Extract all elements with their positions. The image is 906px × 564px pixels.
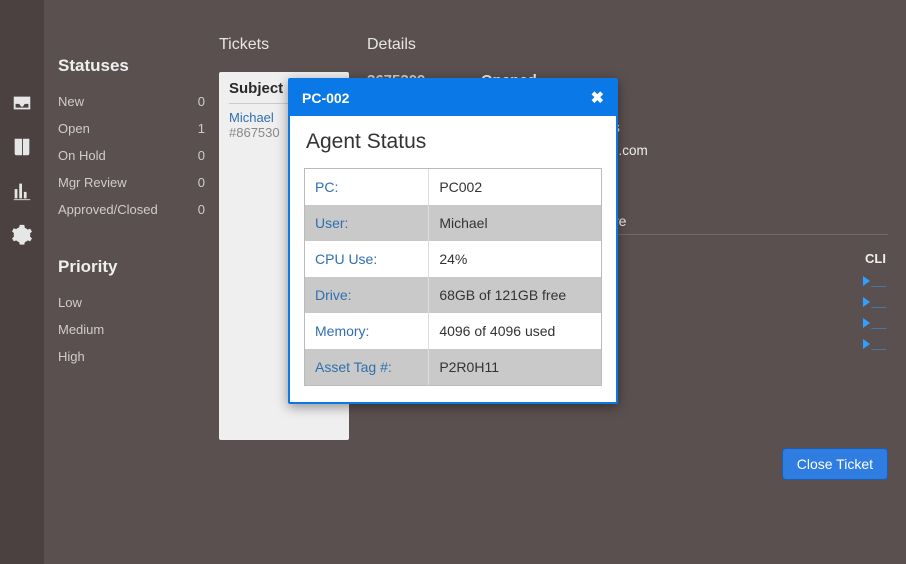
priority-row[interactable]: Medium: [58, 316, 205, 343]
close-ticket-button[interactable]: Close Ticket: [782, 448, 888, 480]
chevron-right-icon: [863, 339, 870, 349]
chevron-right-icon: [863, 276, 870, 286]
status-row: Memory:4096 of 4096 used: [305, 313, 601, 349]
status-row[interactable]: New0: [58, 88, 205, 115]
status-row[interactable]: Mgr Review0: [58, 169, 205, 196]
modal-header: PC-002 ✖: [290, 80, 616, 116]
status-row: Drive:68GB of 121GB free: [305, 277, 601, 313]
cli-launch-icon[interactable]: __: [863, 336, 886, 351]
app-root: Statuses New0 Open1 On Hold0 Mgr Review0…: [0, 0, 906, 564]
tickets-title: Tickets: [219, 36, 349, 54]
filter-sidebar: Statuses New0 Open1 On Hold0 Mgr Review0…: [44, 0, 219, 564]
priority-list: Low Medium High: [58, 289, 205, 370]
agent-status-modal: PC-002 ✖ Agent Status PC:PC002 User:Mich…: [288, 78, 618, 404]
close-icon[interactable]: ✖: [591, 88, 604, 108]
modal-header-title: PC-002: [302, 90, 349, 106]
chart-icon[interactable]: [11, 180, 33, 202]
status-row[interactable]: On Hold0: [58, 142, 205, 169]
inbox-icon[interactable]: [11, 92, 33, 114]
cli-launch-icon[interactable]: __: [863, 294, 886, 309]
gear-icon[interactable]: [11, 224, 33, 246]
statuses-heading: Statuses: [58, 56, 205, 76]
cli-launch-icon[interactable]: __: [863, 315, 886, 330]
nav-rail: [0, 0, 44, 564]
statuses-list: New0 Open1 On Hold0 Mgr Review0 Approved…: [58, 88, 205, 223]
details-title: Details: [367, 36, 888, 54]
status-row: User:Michael: [305, 205, 601, 241]
priority-row[interactable]: Low: [58, 289, 205, 316]
priority-heading: Priority: [58, 257, 205, 277]
book-icon[interactable]: [11, 136, 33, 158]
priority-row[interactable]: High: [58, 343, 205, 370]
cli-launch-icon[interactable]: __: [863, 273, 886, 288]
modal-title: Agent Status: [290, 116, 616, 164]
chevron-right-icon: [863, 297, 870, 307]
status-row: Asset Tag #:P2R0H11: [305, 349, 601, 385]
status-row: CPU Use:24%: [305, 241, 601, 277]
status-row[interactable]: Approved/Closed0: [58, 196, 205, 223]
status-row: PC:PC002: [305, 169, 601, 205]
chevron-right-icon: [863, 318, 870, 328]
column-cli: CLI: [865, 251, 886, 266]
status-row[interactable]: Open1: [58, 115, 205, 142]
agent-status-table: PC:PC002 User:Michael CPU Use:24% Drive:…: [304, 168, 602, 386]
